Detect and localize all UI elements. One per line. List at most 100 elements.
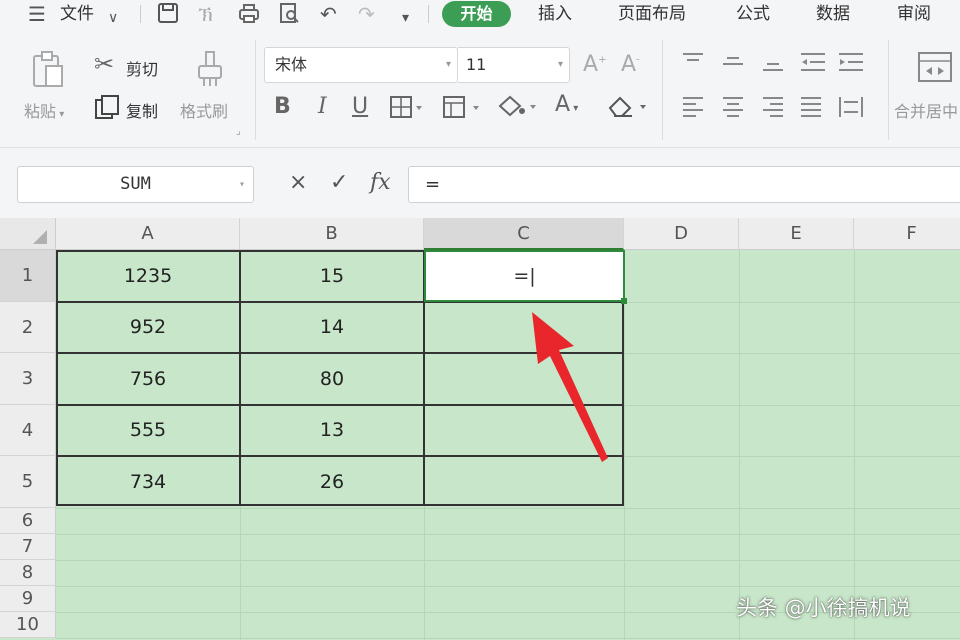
column-header-b[interactable]: B: [240, 218, 424, 250]
copy-icon[interactable]: [94, 94, 120, 124]
grid-line: [739, 250, 740, 640]
column-header-d[interactable]: D: [624, 218, 739, 250]
tab-formulas[interactable]: 公式: [736, 3, 770, 25]
tab-insert[interactable]: 插入: [538, 3, 572, 25]
align-bottom-icon[interactable]: [762, 52, 784, 76]
insert-function-icon[interactable]: fx: [370, 170, 391, 196]
paste-label[interactable]: 粘贴 ▾: [24, 98, 64, 122]
merge-center-icon[interactable]: [918, 52, 952, 86]
align-right-icon[interactable]: [762, 96, 784, 122]
row-header-4[interactable]: 4: [0, 405, 56, 456]
format-painter-button[interactable]: 格式刷: [180, 98, 228, 122]
clipboard-expand-icon[interactable]: ⌟: [236, 126, 241, 137]
worksheet-grid[interactable]: A B C D E F 1 2 3 4 5 6 7 8 9 10 1235 952 756 555 734 15 14 80 1…: [0, 218, 960, 640]
tab-data[interactable]: 数据: [816, 3, 850, 25]
fill-color-icon[interactable]: [496, 94, 538, 122]
align-middle-icon[interactable]: [722, 52, 744, 76]
clear-format-icon[interactable]: [606, 94, 650, 122]
border-icon[interactable]: [390, 96, 424, 122]
menu-bar: ☰ 文件 ∨ ኽ ↶ ↷ ▾ 开始 插入 页面布局 公式 数据 审阅: [0, 0, 960, 30]
increase-font-icon[interactable]: A+: [583, 52, 606, 77]
column-header-e[interactable]: E: [739, 218, 854, 250]
formula-bar: SUM ▾ × ✓ fx =: [0, 148, 960, 218]
decrease-font-icon[interactable]: A-: [621, 52, 640, 77]
row-header-9[interactable]: 9: [0, 586, 56, 612]
check-icon[interactable]: ✓: [330, 170, 348, 196]
font-color-icon[interactable]: A ▾: [555, 92, 578, 117]
cell-b2[interactable]: 14: [240, 302, 424, 353]
chevron-down-icon: ▾: [557, 59, 563, 70]
paste-text: 粘贴: [24, 102, 57, 121]
scissors-icon[interactable]: ✂: [94, 50, 114, 78]
formula-input[interactable]: =: [408, 166, 960, 203]
active-cell-value: =|: [513, 265, 536, 287]
name-box[interactable]: SUM ▾: [17, 166, 254, 203]
tab-review[interactable]: 审阅: [897, 3, 931, 25]
font-name-select[interactable]: 宋体 ▾: [264, 47, 458, 83]
paste-icon[interactable]: [30, 50, 66, 94]
arrow-shape: [532, 312, 608, 462]
group-separator: [888, 40, 889, 140]
row-header-5[interactable]: 5: [0, 456, 56, 508]
quick-access-dropdown-icon[interactable]: ▾: [402, 6, 409, 30]
grid-line: [56, 534, 960, 535]
font-size-select[interactable]: 11 ▾: [458, 47, 570, 83]
increase-indent-icon[interactable]: [838, 52, 864, 76]
file-menu[interactable]: 文件: [60, 3, 94, 25]
print-icon[interactable]: [238, 2, 260, 29]
menu-separator: [428, 5, 429, 23]
row-header-10[interactable]: 10: [0, 612, 56, 638]
align-center-icon[interactable]: [722, 96, 744, 122]
red-arrow-annotation: [532, 312, 608, 462]
decrease-indent-icon[interactable]: [800, 52, 826, 76]
active-cell-c1[interactable]: =|: [424, 250, 627, 304]
underline-icon[interactable]: U: [352, 94, 368, 119]
name-box-value: SUM: [120, 174, 151, 194]
save-icon[interactable]: [157, 2, 179, 29]
select-all-corner[interactable]: [0, 218, 56, 250]
align-left-icon[interactable]: [682, 96, 704, 122]
merge-center-button[interactable]: 合并居中: [894, 98, 958, 122]
cell-style-icon[interactable]: [443, 96, 483, 122]
row-header-7[interactable]: 7: [0, 534, 56, 560]
undo-icon[interactable]: ↶: [320, 2, 337, 26]
row-header-3[interactable]: 3: [0, 353, 56, 405]
cell-b1[interactable]: 15: [240, 250, 424, 302]
cell-b3[interactable]: 80: [240, 353, 424, 405]
row-header-6[interactable]: 6: [0, 508, 56, 534]
redo-icon[interactable]: ↷: [358, 2, 375, 26]
format-painter-icon[interactable]: [195, 50, 225, 92]
fill-handle[interactable]: [621, 298, 627, 304]
font-size-value: 11: [466, 55, 487, 74]
cell-a2[interactable]: 952: [56, 302, 240, 353]
column-header-a[interactable]: A: [56, 218, 240, 250]
align-top-icon[interactable]: [682, 52, 704, 76]
cell-b5[interactable]: 26: [240, 456, 424, 508]
hamburger-icon[interactable]: ☰: [28, 2, 46, 26]
row-header-8[interactable]: 8: [0, 560, 56, 586]
cancel-icon[interactable]: ×: [289, 170, 307, 196]
distributed-align-icon[interactable]: [838, 96, 864, 122]
grid-line: [56, 638, 960, 639]
column-header-f[interactable]: F: [854, 218, 960, 250]
column-header-c[interactable]: C: [424, 218, 624, 250]
tab-home[interactable]: 开始: [442, 1, 511, 27]
export-icon[interactable]: ኽ: [198, 2, 213, 26]
print-preview-icon[interactable]: [278, 2, 300, 29]
cell-a5[interactable]: 734: [56, 456, 240, 508]
cell-a1[interactable]: 1235: [56, 250, 240, 302]
cell-a3[interactable]: 756: [56, 353, 240, 405]
grid-line: [56, 560, 960, 561]
bold-icon[interactable]: B: [274, 94, 291, 119]
chevron-down-icon[interactable]: ∨: [108, 6, 118, 30]
cell-b4[interactable]: 13: [240, 405, 424, 456]
tab-page-layout[interactable]: 页面布局: [618, 3, 686, 25]
row-header-1[interactable]: 1: [0, 250, 56, 302]
grid-line: [854, 250, 855, 640]
italic-icon[interactable]: I: [318, 94, 327, 119]
justify-icon[interactable]: [800, 96, 822, 122]
copy-button[interactable]: 复制: [126, 98, 158, 122]
cut-button[interactable]: 剪切: [126, 56, 158, 80]
row-header-2[interactable]: 2: [0, 302, 56, 353]
cell-a4[interactable]: 555: [56, 405, 240, 456]
